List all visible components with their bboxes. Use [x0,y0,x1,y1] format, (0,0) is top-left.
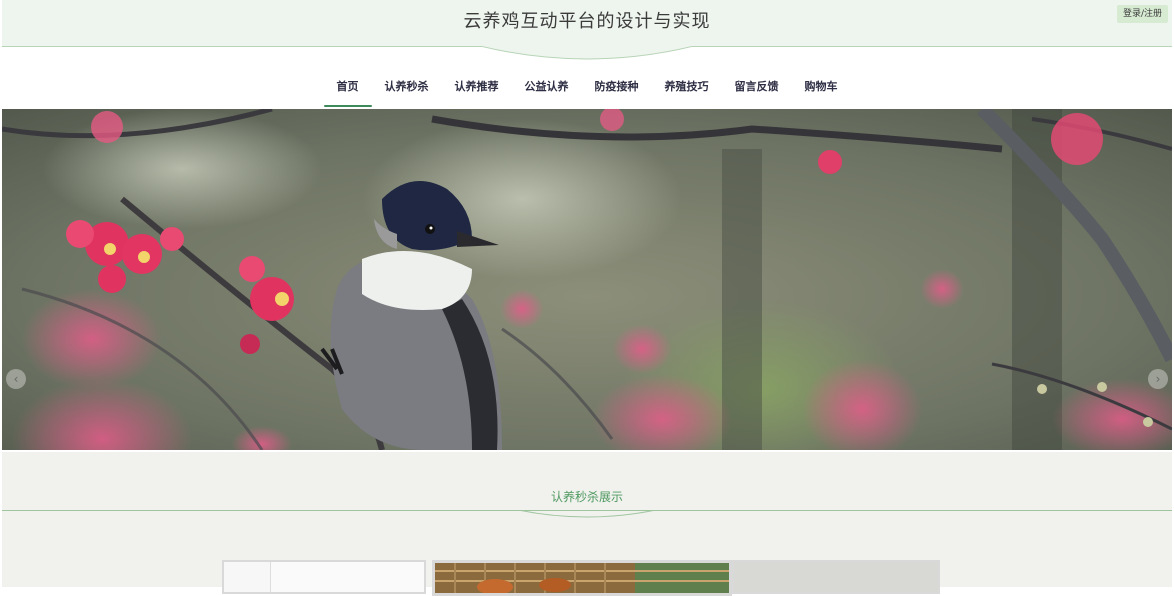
site-title: 云养鸡互动平台的设计与实现 [463,11,711,32]
product-image [435,563,729,593]
login-register-button[interactable]: 登录/注册 [1116,5,1168,23]
nav-item-vaccination[interactable]: 防疫接种 [594,70,640,107]
carousel-next-icon[interactable]: › [1148,369,1168,389]
nav-item-breeding-tips[interactable]: 养殖技巧 [664,70,710,107]
section-curve-decoration [518,510,656,518]
nav-item-cart[interactable]: 购物车 [804,70,839,107]
nav-item-adopt-recommend[interactable]: 认养推荐 [454,70,500,107]
product-image [734,562,938,592]
nav-item-feedback[interactable]: 留言反馈 [734,70,780,107]
carousel-prev-icon[interactable]: ‹ [6,369,26,389]
banner-image [2,109,1172,450]
product-card[interactable] [732,560,940,594]
product-card-featured[interactable] [432,560,732,596]
product-image [270,562,424,592]
nav-item-home[interactable]: 首页 [323,70,372,107]
nav-item-adopt-flash-sale[interactable]: 认养秒杀 [384,70,430,107]
header-curve-decoration [480,46,694,60]
section-title: 认养秒杀展示 [550,490,623,504]
main-nav: 首页 认养秒杀 认养推荐 公益认养 防疫接种 养殖技巧 留言反馈 购物车 [0,70,1174,108]
product-card[interactable] [222,560,426,594]
nav-item-charity-adopt[interactable]: 公益认养 [524,70,570,107]
site-header: 云养鸡互动平台的设计与实现 登录/注册 [2,0,1172,47]
banner-carousel[interactable]: ‹ › [2,109,1172,450]
